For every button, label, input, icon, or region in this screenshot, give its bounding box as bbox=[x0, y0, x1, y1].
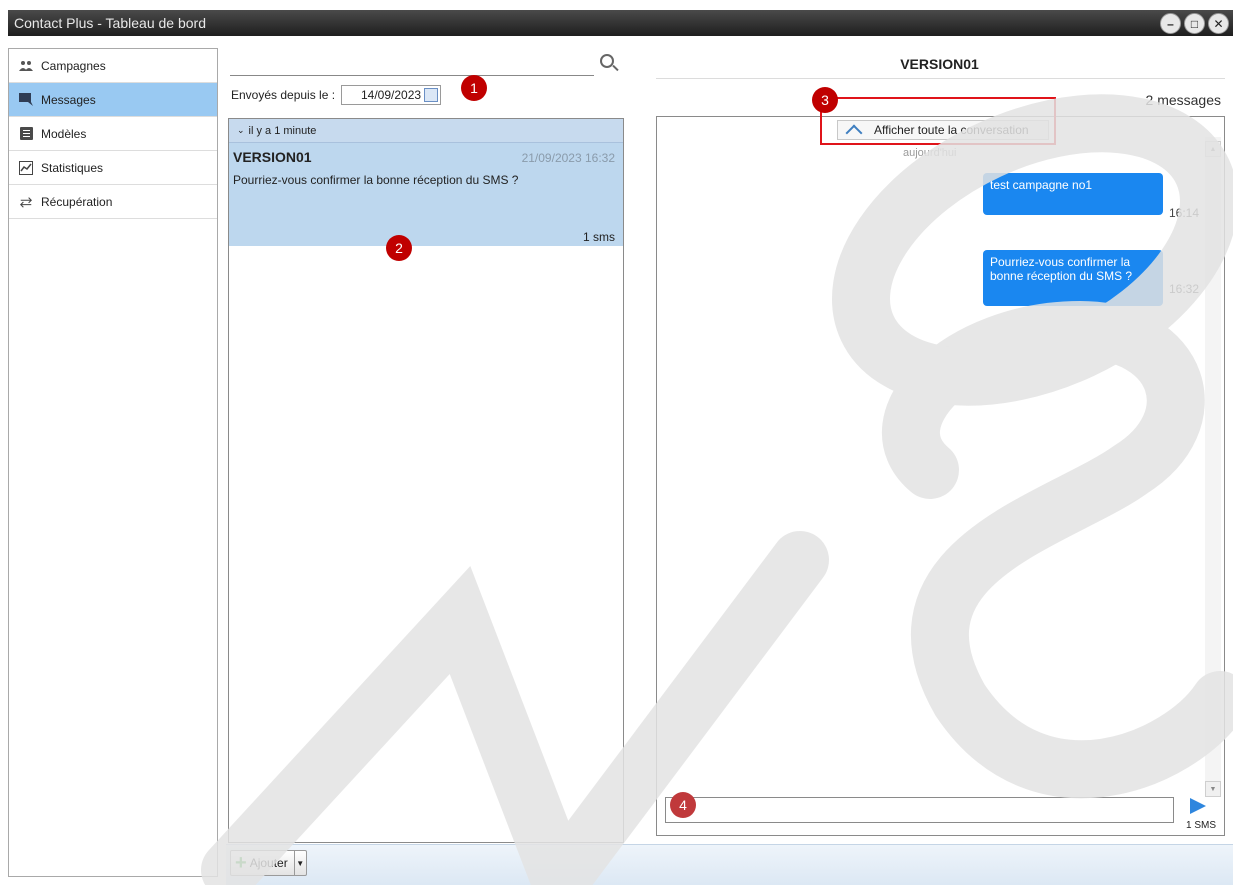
date-value: 14/09/2023 bbox=[361, 88, 422, 102]
document-icon bbox=[19, 127, 33, 141]
sidebar-item-campagnes[interactable]: Campagnes bbox=[9, 49, 217, 83]
date-filter: Envoyés depuis le : 14/09/2023 bbox=[231, 85, 442, 105]
day-separator: aujourd'hui bbox=[903, 147, 957, 159]
divider bbox=[656, 78, 1225, 79]
sidebar-item-messages[interactable]: Messages bbox=[9, 83, 217, 117]
message-list-pane: Envoyés depuis le : 14/09/2023 ⌄ il y a … bbox=[228, 48, 624, 843]
scrollbar[interactable]: ▲ ▼ bbox=[1205, 137, 1221, 797]
send-icon[interactable] bbox=[1190, 798, 1206, 814]
chart-icon bbox=[19, 160, 33, 175]
message-count-label: 2 messages bbox=[1145, 92, 1221, 108]
message-name: VERSION01 bbox=[233, 149, 312, 165]
highlight-box bbox=[820, 97, 1056, 145]
minimize-button[interactable]: – bbox=[1160, 13, 1181, 34]
message-bubble: test campagne no1 bbox=[983, 173, 1163, 215]
annotation-badge-2: 2 bbox=[386, 235, 412, 261]
sidebar: Campagnes Messages Modèles Statistiques … bbox=[8, 48, 218, 877]
group-header-label: il y a 1 minute bbox=[248, 124, 317, 137]
list-item[interactable]: VERSION01 21/09/2023 16:32 Pourriez-vous… bbox=[229, 143, 623, 246]
sync-arrows-icon bbox=[19, 195, 33, 209]
window-title: Contact Plus - Tableau de bord bbox=[14, 15, 206, 31]
sidebar-item-label: Récupération bbox=[41, 194, 113, 209]
search-input[interactable] bbox=[230, 75, 594, 76]
annotation-badge-1: 1 bbox=[461, 75, 487, 101]
window-titlebar: Contact Plus - Tableau de bord – □ ✕ bbox=[8, 10, 1233, 36]
sidebar-item-statistiques[interactable]: Statistiques bbox=[9, 151, 217, 185]
sidebar-item-label: Messages bbox=[41, 92, 96, 107]
sidebar-item-label: Statistiques bbox=[41, 160, 104, 175]
message-date: 21/09/2023 16:32 bbox=[521, 151, 615, 165]
sidebar-item-recuperation[interactable]: Récupération bbox=[9, 185, 217, 219]
sidebar-item-modeles[interactable]: Modèles bbox=[9, 117, 217, 151]
search-icon[interactable] bbox=[600, 54, 614, 68]
sidebar-item-label: Modèles bbox=[41, 126, 87, 141]
sidebar-item-label: Campagnes bbox=[41, 58, 106, 73]
conversation-view: Afficher toute la conversation aujourd'h… bbox=[656, 116, 1225, 836]
message-bubble: Pourriez-vous confirmer la bonne récepti… bbox=[983, 250, 1163, 306]
scroll-down-arrow[interactable]: ▼ bbox=[1205, 781, 1221, 797]
plus-icon: + bbox=[235, 852, 247, 874]
filter-label: Envoyés depuis le : bbox=[231, 88, 336, 102]
add-button-main[interactable]: + Ajouter bbox=[231, 851, 294, 875]
add-button-label: Ajouter bbox=[249, 856, 288, 870]
chat-icon bbox=[19, 93, 33, 107]
people-icon bbox=[19, 59, 33, 73]
annotation-badge-4: 4 bbox=[670, 792, 696, 818]
date-picker[interactable]: 14/09/2023 bbox=[341, 85, 442, 105]
close-button[interactable]: ✕ bbox=[1208, 13, 1229, 34]
annotation-badge-3: 3 bbox=[812, 87, 838, 113]
conversation-pane: VERSION01 2 messages Afficher toute la c… bbox=[654, 36, 1225, 844]
chevron-down-icon: ⌄ bbox=[237, 125, 245, 135]
bottom-toolbar: + Ajouter ▼ bbox=[226, 844, 1233, 885]
maximize-button[interactable]: □ bbox=[1184, 13, 1205, 34]
message-compose-input[interactable] bbox=[665, 797, 1174, 823]
group-header[interactable]: ⌄ il y a 1 minute bbox=[229, 119, 623, 143]
conversation-title: VERSION01 bbox=[900, 56, 979, 72]
add-button[interactable]: + Ajouter ▼ bbox=[230, 850, 307, 876]
message-time: 16:14 bbox=[1169, 206, 1200, 220]
app-body: Campagnes Messages Modèles Statistiques … bbox=[8, 36, 1233, 885]
message-count: 1 sms bbox=[582, 230, 615, 244]
message-text: Pourriez-vous confirmer la bonne récepti… bbox=[233, 173, 519, 187]
message-list: ⌄ il y a 1 minute VERSION01 21/09/2023 1… bbox=[228, 118, 624, 843]
sms-counter: 1 SMS bbox=[1186, 820, 1217, 831]
add-dropdown-arrow[interactable]: ▼ bbox=[293, 851, 306, 875]
calendar-icon[interactable] bbox=[424, 88, 439, 102]
message-time: 16:32 bbox=[1169, 282, 1200, 296]
scroll-up-arrow[interactable]: ▲ bbox=[1205, 141, 1221, 157]
